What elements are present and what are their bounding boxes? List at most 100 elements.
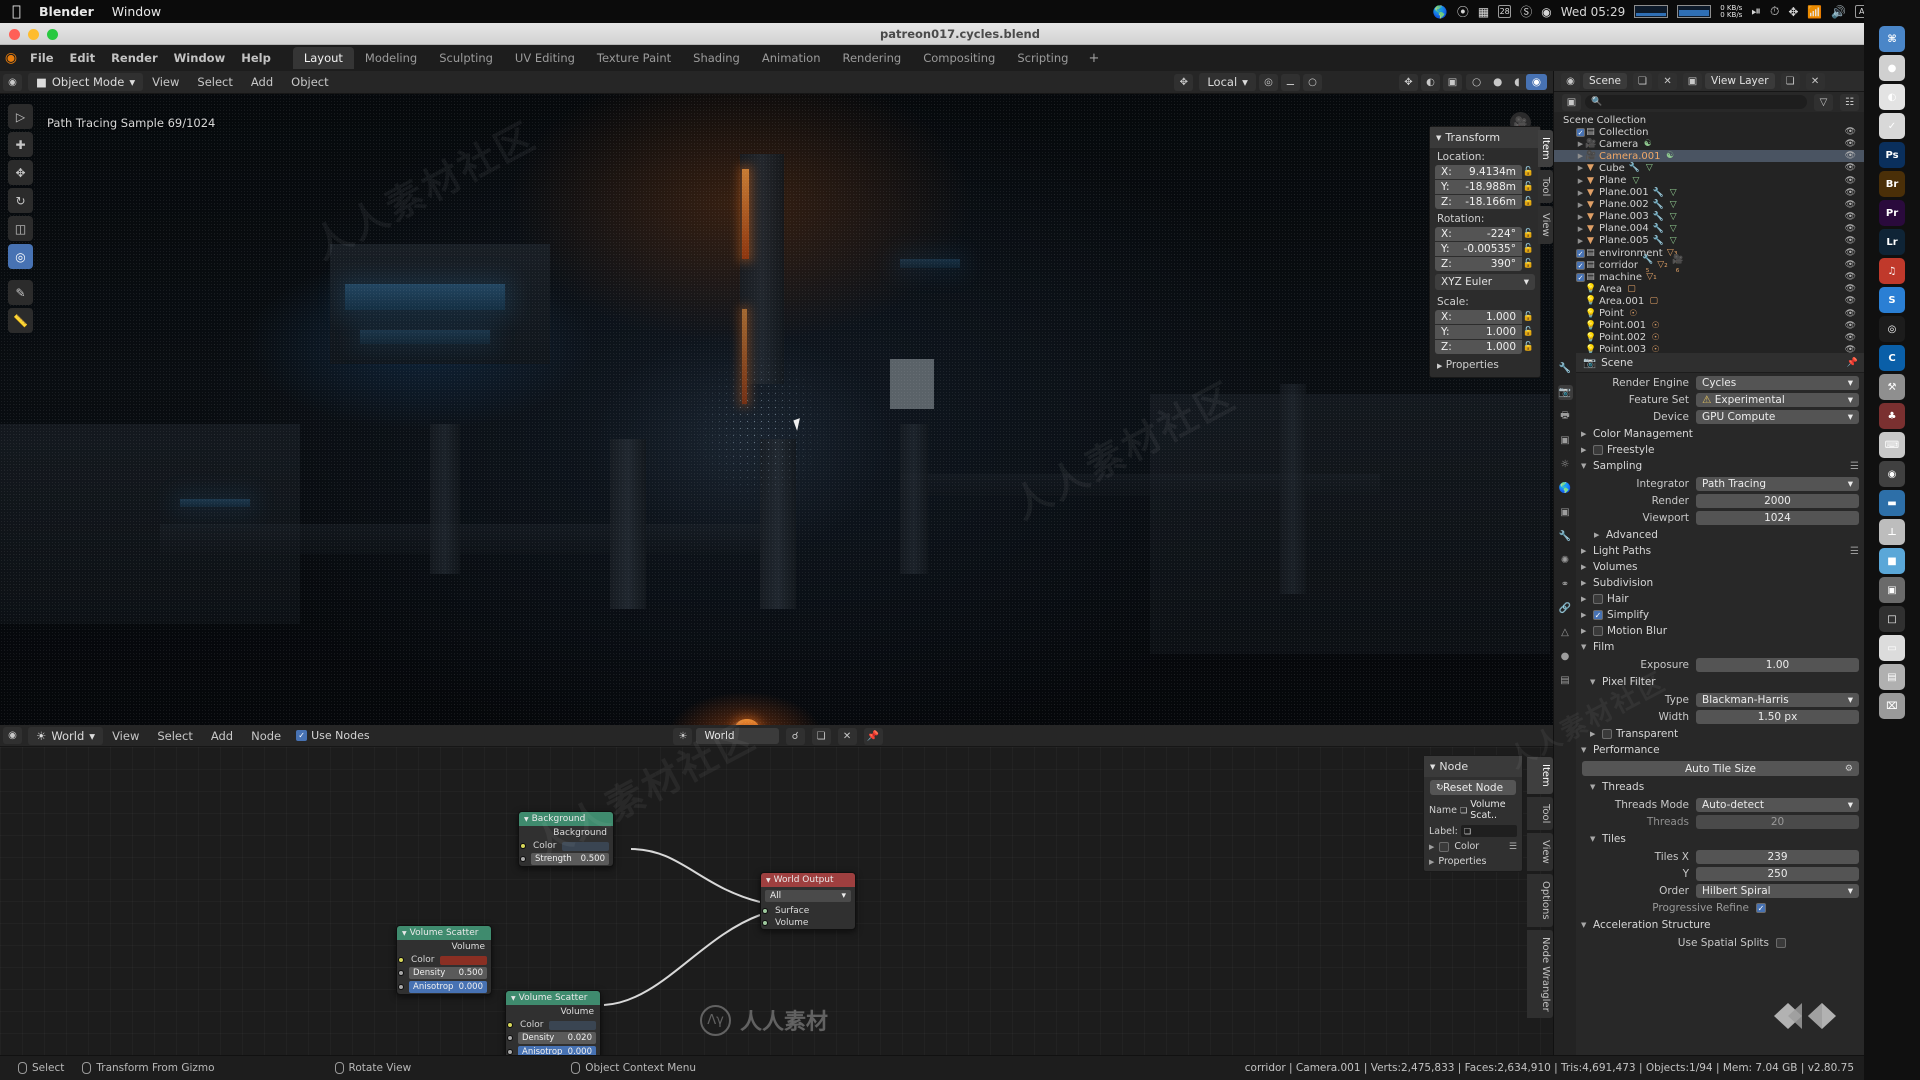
delete-scene-icon[interactable]: ✕ <box>1658 72 1678 90</box>
outliner-row-collection[interactable]: ✓ ▤ Collection 👁 <box>1554 126 1864 138</box>
lock-location-x-icon[interactable]: 🔓 <box>1522 167 1535 177</box>
pin-icon[interactable]: 📌 <box>863 727 883 745</box>
node-output-background[interactable]: Background <box>519 826 613 840</box>
dock-app-22[interactable]: ▤ <box>1879 664 1905 690</box>
expand-arrow-icon[interactable]: ▶ <box>1576 189 1585 197</box>
tool-properties-icon[interactable]: 🔧 <box>1558 361 1573 376</box>
modifier-blue-icon[interactable]: 🔧 <box>1653 224 1664 234</box>
motion-blur-checkbox[interactable] <box>1593 626 1603 636</box>
world-datablock-field[interactable]: World <box>696 728 779 744</box>
tab-compositing[interactable]: Compositing <box>912 47 1006 69</box>
section-threads[interactable]: ▼ Threads <box>1576 779 1865 795</box>
node-color-row[interactable]: ▶ Color ☰ <box>1429 841 1517 852</box>
section-sampling[interactable]: ▼ Sampling ☰ <box>1576 458 1865 474</box>
node-input-surface[interactable]: Surface <box>761 905 855 917</box>
rotation-mode-dropdown[interactable]: XYZ Euler ▾ <box>1435 274 1535 290</box>
circle-icon[interactable]: ◉ <box>1541 5 1551 19</box>
section-motion-blur[interactable]: ▶ Motion Blur <box>1576 623 1865 639</box>
properties-subpanel-header[interactable]: ▶ Properties <box>1430 355 1540 373</box>
bluetooth-icon[interactable]: ✥ <box>1788 5 1798 19</box>
lock-rotation-z-icon[interactable]: 🔓 <box>1522 259 1535 269</box>
hide-in-viewport-icon[interactable]: 👁 <box>1845 212 1856 222</box>
tab-uv-editing[interactable]: UV Editing <box>504 47 586 69</box>
outliner-row-plane-003[interactable]: ▶ ▼ Plane.003 🔧 ▽ 👁 <box>1554 211 1864 223</box>
dock-app-23[interactable]: ⌧ <box>1879 693 1905 719</box>
tab-sculpting[interactable]: Sculpting <box>428 47 504 69</box>
outliner-row-environment[interactable]: ✓ ▤ environment ▽₃ 👁 <box>1554 247 1864 259</box>
menu-render[interactable]: Render <box>103 51 166 65</box>
freestyle-checkbox[interactable] <box>1593 445 1603 455</box>
tab-rendering[interactable]: Rendering <box>832 47 913 69</box>
pin-icon[interactable]: 📌 <box>1847 358 1858 368</box>
snap-magnet-icon[interactable]: ⚊ <box>1280 73 1300 91</box>
tool-transform-icon[interactable]: ◎ <box>8 244 33 269</box>
filter-icon[interactable]: ▽ <box>1814 93 1833 111</box>
expand-arrow-icon[interactable]: ▶ <box>1576 201 1585 209</box>
hide-in-viewport-icon[interactable]: 👁 <box>1845 188 1856 198</box>
mesh-green-icon[interactable]: ▽ <box>1668 224 1679 234</box>
node-volume-scatter-b[interactable]: ▼ Volume Scatter Volume Color Density 0.0… <box>505 990 601 1055</box>
use-spatial-splits-checkbox[interactable] <box>1776 937 1786 948</box>
physics-properties-icon[interactable]: ⚭ <box>1558 577 1573 592</box>
macos-menu-window[interactable]: Window <box>112 4 161 19</box>
dock-app-0[interactable]: ⌘ <box>1879 26 1905 52</box>
hide-in-viewport-icon[interactable]: 👁 <box>1845 200 1856 210</box>
outliner-row-cube[interactable]: ▶ ▼ Cube 🔧 ▽ 👁 <box>1554 162 1864 174</box>
progressive-refine-row[interactable]: Progressive Refine ✓ <box>1576 900 1859 915</box>
node-tab-tool[interactable]: Tool <box>1527 796 1553 831</box>
display-mode-icon[interactable]: ▣ <box>1562 93 1581 111</box>
shading-wireframe-icon[interactable]: ○ <box>1466 74 1487 90</box>
feature-set-dropdown[interactable]: ⚠ Experimental ▾ <box>1696 392 1859 407</box>
dropbox-icon[interactable]: ⦿ <box>1457 3 1469 20</box>
tool-move-icon[interactable]: ✥ <box>8 160 33 185</box>
constraint-properties-icon[interactable]: 🔗 <box>1558 601 1573 616</box>
node-properties-row[interactable]: ▶ Properties <box>1429 856 1517 867</box>
tab-texture-paint[interactable]: Texture Paint <box>586 47 682 69</box>
visibility-checkbox[interactable]: ✓ <box>1576 272 1585 282</box>
node-input-anisotropy[interactable]: Anisotrop 0.000 <box>397 980 491 994</box>
network-up-graph[interactable] <box>1634 5 1669 18</box>
outliner-root[interactable]: Scene Collection <box>1554 114 1864 126</box>
dock-app-7[interactable]: Lr <box>1879 229 1905 255</box>
lock-scale-y-icon[interactable]: 🔓 <box>1522 327 1535 337</box>
outliner-row-corridor[interactable]: ✓ ▤ corridor 🔧₅ ▽₂ 🎥₆ 👁 <box>1554 255 1864 275</box>
new-world-icon[interactable]: ❏ <box>811 727 831 745</box>
world-properties-icon[interactable]: 🌎 <box>1558 481 1573 496</box>
particle-properties-icon[interactable]: ✺ <box>1558 553 1573 568</box>
globe-icon[interactable]: 🌎 <box>1433 5 1448 19</box>
menu-help[interactable]: Help <box>233 51 279 65</box>
device-dropdown[interactable]: GPU Compute ▾ <box>1696 409 1859 424</box>
section-volumes[interactable]: ▶ Volumes <box>1576 559 1865 575</box>
device-row[interactable]: Device GPU Compute ▾ <box>1576 409 1859 424</box>
hide-in-viewport-icon[interactable]: 👁 <box>1845 248 1856 258</box>
dock-app-18[interactable]: ■ <box>1879 548 1905 574</box>
rotation-x-row[interactable]: X: -224° 🔓 <box>1435 227 1535 241</box>
expand-arrow-icon[interactable]: ▶ <box>1576 237 1585 245</box>
tool-scale-icon[interactable]: ◫ <box>8 216 33 241</box>
outliner-row-plane-002[interactable]: ▶ ▼ Plane.002 🔧 ▽ 👁 <box>1554 199 1864 211</box>
preset-list-icon[interactable]: ☰ <box>1850 461 1859 472</box>
texture-properties-icon[interactable]: ▤ <box>1558 673 1573 688</box>
section-color-management[interactable]: ▶ Color Management <box>1576 426 1865 442</box>
dock-app-1[interactable]: ● <box>1879 55 1905 81</box>
outliner-search-input[interactable]: 🔍 <box>1585 95 1807 109</box>
dock-app-10[interactable]: ◎ <box>1879 316 1905 342</box>
shading-material-icon[interactable]: ◖ <box>1508 74 1526 90</box>
new-scene-icon[interactable]: ❏ <box>1633 72 1653 90</box>
light-point-icon[interactable]: ☉ <box>1650 333 1661 343</box>
wifi-icon[interactable]: 📶 <box>1807 5 1822 19</box>
outliner-row-camera[interactable]: ▶ 🎥 Camera ☯ 👁 <box>1554 138 1864 150</box>
hide-in-viewport-icon[interactable]: 👁 <box>1845 176 1856 186</box>
mesh-green-icon[interactable]: ▽ <box>1668 200 1679 210</box>
node-input-anisotropy[interactable]: Anisotrop 0.000 <box>506 1045 600 1055</box>
outliner-row-machine[interactable]: ✓ ▤ machine ▽₁ 👁 <box>1554 271 1864 283</box>
color-swatch[interactable] <box>439 955 487 965</box>
tab-scripting[interactable]: Scripting <box>1006 47 1079 69</box>
apple-icon[interactable]:  <box>12 4 21 19</box>
overlays-icon[interactable]: ◐ <box>1420 73 1440 91</box>
view-layer-properties-icon[interactable]: ▣ <box>1558 433 1573 448</box>
dock-app-14[interactable]: ⌨ <box>1879 432 1905 458</box>
hide-in-viewport-icon[interactable]: 👁 <box>1845 224 1856 234</box>
transform-panel-header[interactable]: ▼ Transform <box>1430 127 1540 148</box>
outliner-row-plane-004[interactable]: ▶ ▼ Plane.004 🔧 ▽ 👁 <box>1554 223 1864 235</box>
